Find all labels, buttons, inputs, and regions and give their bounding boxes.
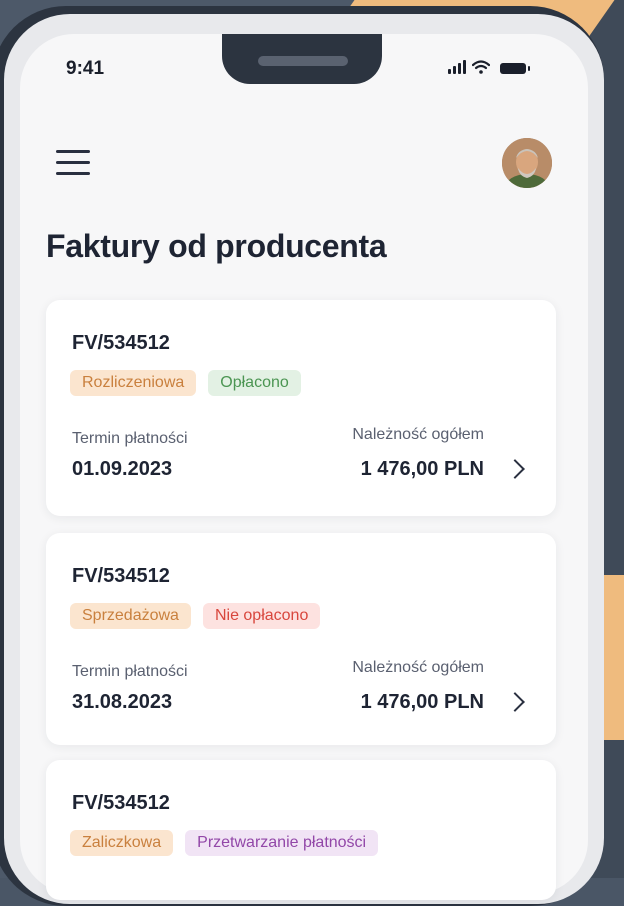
total-value: 1 476,00 PLN bbox=[360, 691, 484, 713]
invoice-tags: Zaliczkowa Przetwarzanie płatności bbox=[70, 830, 379, 856]
invoice-type-tag: Zaliczkowa bbox=[70, 830, 174, 856]
payment-status-tag: Opłacono bbox=[208, 370, 301, 396]
signal-icon bbox=[448, 60, 466, 74]
due-date-value: 01.09.2023 bbox=[72, 458, 173, 480]
payment-status-tag: Nie opłacono bbox=[202, 603, 321, 629]
due-date-label: Termin płatności bbox=[72, 430, 188, 447]
invoice-type-tag: Sprzedażowa bbox=[70, 603, 191, 629]
payment-status-tag: Przetwarzanie płatności bbox=[185, 830, 379, 856]
wifi-icon bbox=[472, 60, 490, 74]
avatar[interactable] bbox=[502, 138, 552, 188]
invoice-number: FV/534512 bbox=[72, 792, 170, 814]
invoice-type-tag: Rozliczeniowa bbox=[70, 370, 197, 396]
user-photo-icon bbox=[502, 138, 552, 188]
battery-icon bbox=[500, 63, 530, 74]
total-value: 1 476,00 PLN bbox=[360, 458, 484, 480]
invoice-number: FV/534512 bbox=[72, 565, 170, 587]
page-title: Faktury od producenta bbox=[46, 228, 387, 264]
chevron-right-icon[interactable] bbox=[505, 692, 525, 712]
total-label: Należność ogółem bbox=[352, 659, 484, 676]
due-date-value: 31.08.2023 bbox=[72, 691, 173, 713]
invoice-number: FV/534512 bbox=[72, 332, 170, 354]
total-label: Należność ogółem bbox=[352, 426, 484, 443]
invoice-tags: Rozliczeniowa Opłacono bbox=[70, 370, 301, 396]
chevron-right-icon[interactable] bbox=[505, 459, 525, 479]
invoice-card[interactable]: FV/534512 Sprzedażowa Nie opłacono Termi… bbox=[46, 533, 556, 745]
status-icons bbox=[448, 60, 530, 74]
hamburger-menu-icon[interactable] bbox=[56, 150, 90, 176]
status-time: 9:41 bbox=[66, 58, 105, 79]
invoice-tags: Sprzedażowa Nie opłacono bbox=[70, 603, 321, 629]
due-date-label: Termin płatności bbox=[72, 663, 188, 680]
speaker-grille bbox=[258, 56, 348, 66]
invoice-card[interactable]: FV/534512 Zaliczkowa Przetwarzanie płatn… bbox=[46, 760, 556, 900]
invoice-card[interactable]: FV/534512 Rozliczeniowa Opłacono Termin … bbox=[46, 300, 556, 516]
